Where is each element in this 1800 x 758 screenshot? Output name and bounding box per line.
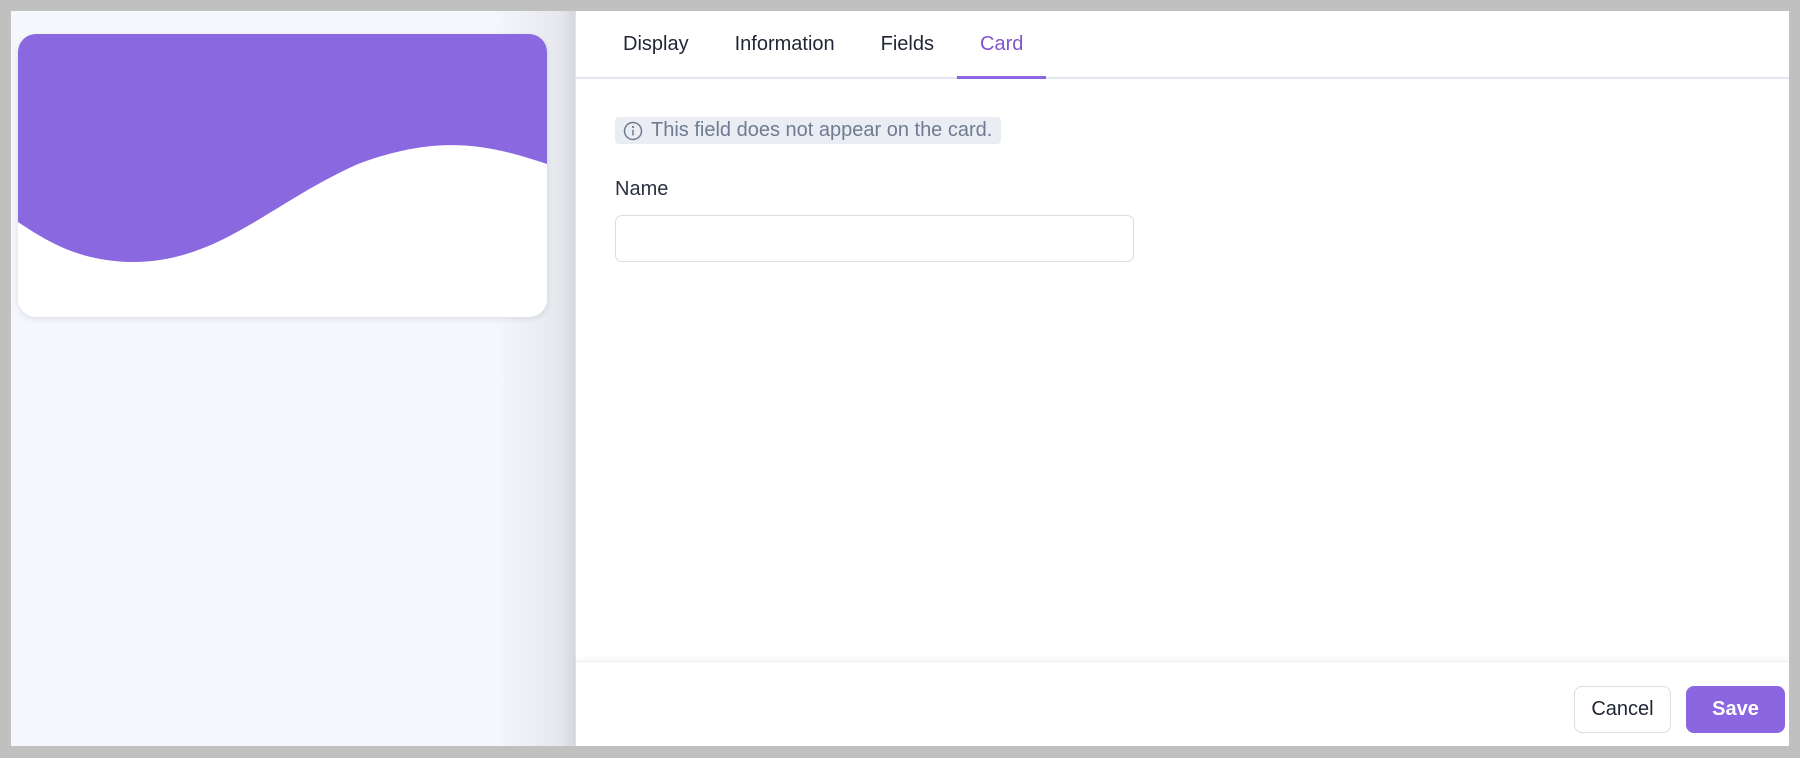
pass-editor-window: Display Information Fields Card This fie… [11, 11, 1789, 746]
card-wave-graphic [18, 34, 547, 317]
tab-card[interactable]: Card [957, 11, 1047, 79]
tab-content: This field does not appear on the card. … [615, 117, 1789, 262]
info-notice: This field does not appear on the card. [615, 117, 1002, 144]
name-input[interactable] [615, 214, 1134, 262]
info-circle-icon [623, 121, 643, 141]
form-pane: Display Information Fields Card This fie… [575, 11, 1789, 746]
name-field-label: Name [615, 177, 669, 200]
tab-display[interactable]: Display [600, 11, 712, 77]
card-preview-pane [11, 11, 575, 746]
info-notice-text: This field does not appear on the card. [651, 119, 993, 141]
cancel-button[interactable]: Cancel [1574, 686, 1671, 733]
tab-fields[interactable]: Fields [858, 11, 957, 77]
tab-information[interactable]: Information [712, 11, 858, 77]
footer-bar: Cancel Save [576, 661, 1789, 746]
card-preview [18, 34, 547, 317]
tab-bar: Display Information Fields Card [576, 11, 1789, 79]
save-button[interactable]: Save [1686, 686, 1785, 733]
